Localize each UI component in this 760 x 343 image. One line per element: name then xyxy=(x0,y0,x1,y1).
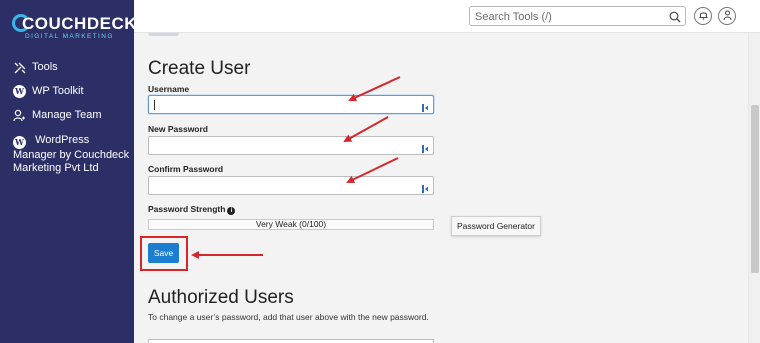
username-field-wrapper xyxy=(148,95,434,115)
sidebar-item-label: WordPress Manager by Couchdeck Marketing… xyxy=(13,134,130,174)
logo-tagline: DIGITAL MARKETING xyxy=(25,33,114,40)
password-manager-icon[interactable] xyxy=(422,100,430,112)
page-scrollbar[interactable] xyxy=(748,33,760,343)
sidebar-item-label: Manage Team xyxy=(32,109,102,121)
password-strength-label-text: Password Strength xyxy=(148,204,226,214)
create-user-title: Create User xyxy=(148,58,251,79)
search-icon[interactable] xyxy=(669,10,681,23)
bell-icon xyxy=(699,7,708,25)
tab-indicator xyxy=(148,33,179,36)
sidebar-item-tools[interactable]: Tools xyxy=(0,61,58,74)
search-input[interactable] xyxy=(470,8,660,26)
password-strength-label: Password Strength i xyxy=(148,204,236,215)
sidebar-item-label: Tools xyxy=(32,61,58,73)
password-manager-icon[interactable] xyxy=(422,141,430,153)
sidebar: COUCHDECK DIGITAL MARKETING Tools W WP T… xyxy=(0,0,137,343)
top-header xyxy=(134,0,760,33)
confirm-password-label: Confirm Password xyxy=(148,164,224,174)
sidebar-item-wp-toolkit[interactable]: W WP Toolkit xyxy=(0,85,84,98)
text-caret xyxy=(154,100,155,110)
tools-icon xyxy=(13,61,26,74)
user-icon xyxy=(723,7,732,25)
username-field[interactable] xyxy=(149,97,417,115)
wordpress-icon: W xyxy=(13,85,26,98)
sidebar-item-label: WP Toolkit xyxy=(32,85,84,97)
logo-text: COUCHDECK xyxy=(22,14,137,33)
password-generator-button[interactable]: Password Generator xyxy=(451,216,541,236)
password-strength-text: Very Weak (0/100) xyxy=(255,219,327,229)
password-strength-meter: Very Weak (0/100) xyxy=(148,219,434,230)
password-manager-icon[interactable] xyxy=(422,181,430,193)
authorized-users-select[interactable] xyxy=(148,339,434,343)
sidebar-item-wordpress-manager[interactable]: W WordPress Manager by Couchdeck Marketi… xyxy=(0,134,134,175)
wordpress-icon: W xyxy=(13,136,26,149)
confirm-password-field-wrapper xyxy=(148,176,434,196)
user-menu-button[interactable] xyxy=(718,7,736,25)
scrollbar-thumb[interactable] xyxy=(751,105,759,273)
new-password-field[interactable] xyxy=(149,138,417,156)
notifications-button[interactable] xyxy=(694,7,712,25)
info-icon[interactable]: i xyxy=(227,207,236,215)
logo[interactable]: COUCHDECK DIGITAL MARKETING xyxy=(12,14,137,42)
confirm-password-field[interactable] xyxy=(149,178,417,196)
new-password-field-wrapper xyxy=(148,136,434,156)
save-button[interactable]: Save xyxy=(148,243,179,263)
authorized-users-description: To change a user’s password, add that us… xyxy=(148,312,429,322)
new-password-label: New Password xyxy=(148,124,208,134)
search-box xyxy=(469,6,686,26)
manage-team-icon xyxy=(13,109,26,122)
authorized-users-title: Authorized Users xyxy=(148,287,294,308)
sidebar-item-manage-team[interactable]: Manage Team xyxy=(0,109,102,122)
username-label: Username xyxy=(148,84,190,94)
